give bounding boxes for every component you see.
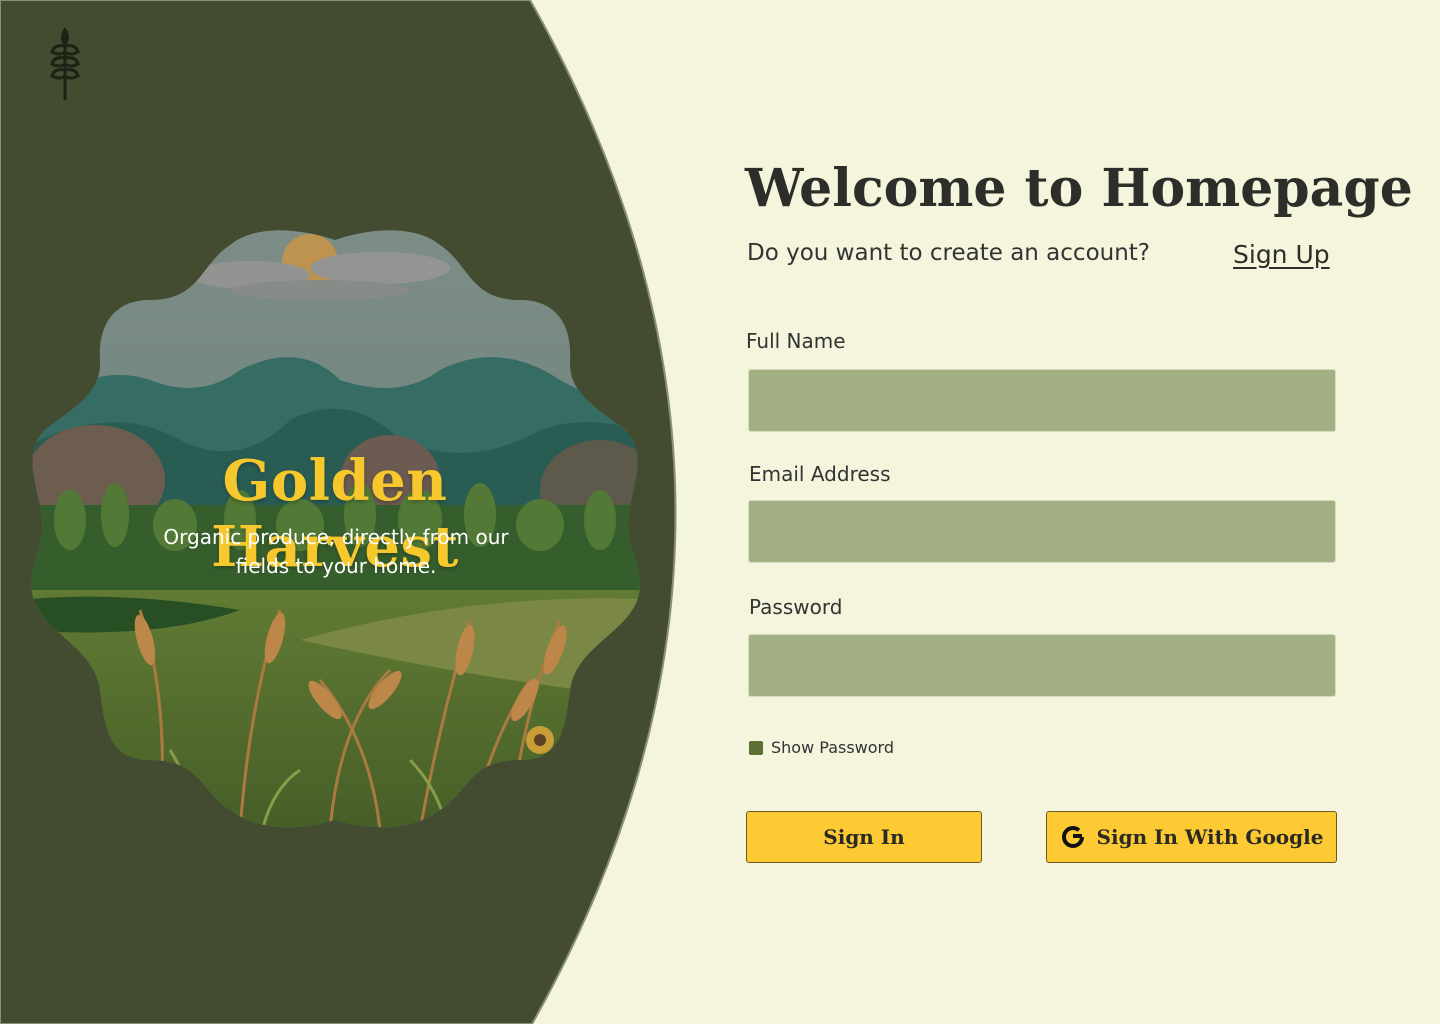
signin-label: Sign In bbox=[823, 825, 905, 849]
signup-link[interactable]: Sign Up bbox=[1233, 240, 1330, 269]
signup-prompt: Do you want to create an account? bbox=[747, 240, 1151, 266]
signin-button[interactable]: Sign In bbox=[746, 811, 982, 863]
show-password-checkbox[interactable] bbox=[749, 740, 763, 755]
brand-subtitle: Organic produce, directly from our field… bbox=[163, 525, 509, 578]
google-signin-label: Sign In With Google bbox=[1096, 825, 1324, 849]
email-field[interactable] bbox=[748, 500, 1336, 563]
password-label: Password bbox=[749, 595, 843, 619]
page-title: Welcome to Homepage bbox=[745, 158, 1413, 219]
google-signin-button[interactable]: Sign In With Google bbox=[1046, 811, 1337, 863]
show-password-toggle[interactable]: Show Password bbox=[749, 738, 894, 757]
show-password-label: Show Password bbox=[771, 738, 894, 757]
full-name-field[interactable] bbox=[748, 369, 1336, 432]
full-name-label: Full Name bbox=[746, 329, 846, 353]
email-label: Email Address bbox=[749, 462, 891, 486]
password-field[interactable] bbox=[748, 634, 1336, 697]
google-icon bbox=[1061, 825, 1084, 849]
